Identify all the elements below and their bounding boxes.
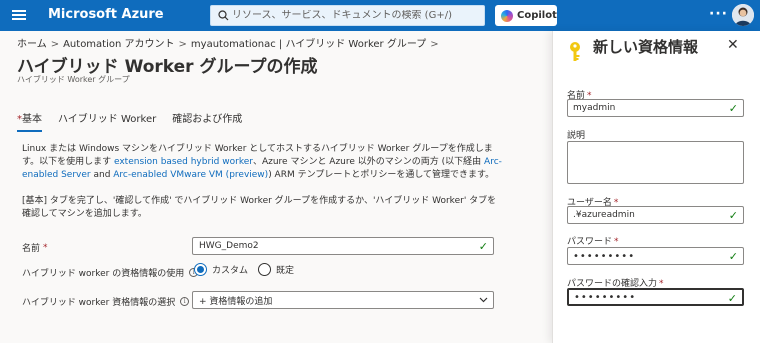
- valid-check-icon: ✓: [478, 240, 488, 253]
- tab-basics[interactable]: *基本: [17, 110, 42, 132]
- credentials-select-text: ハイブリッド worker 資格情報の選択: [22, 298, 176, 308]
- valid-check-icon: ✓: [728, 102, 738, 115]
- cred-name-input[interactable]: myadmin ✓: [567, 99, 744, 117]
- valid-check-icon: ✓: [728, 250, 738, 263]
- radio-custom[interactable]: [194, 263, 207, 276]
- more-icon[interactable]: ···: [709, 6, 728, 22]
- breadcrumb-account[interactable]: myautomationac | ハイブリッド Worker グループ: [191, 39, 426, 50]
- copilot-icon: [501, 9, 513, 22]
- description-part: ) ARM テンプレートとポリシーを通して管理できます。: [268, 170, 495, 180]
- cred-name-value: myadmin: [573, 103, 616, 113]
- tab-review-create[interactable]: 確認および作成: [172, 110, 242, 132]
- credentials-select-value: + 資格情報の追加: [199, 296, 273, 307]
- valid-check-icon: ✓: [728, 209, 738, 222]
- description-part: and: [90, 170, 114, 180]
- valid-check-icon: ✓: [727, 292, 737, 305]
- tab-bar: *基本 ハイブリッド Worker 確認および作成: [17, 110, 258, 132]
- breadcrumb-separator: >: [178, 39, 187, 50]
- chevron-down-icon: [479, 295, 488, 303]
- credentials-select-dropdown[interactable]: + 資格情報の追加: [192, 291, 494, 309]
- cred-description-label: 説明: [567, 131, 586, 141]
- required-marker: *: [43, 242, 48, 253]
- copilot-button[interactable]: Copilot: [495, 5, 557, 26]
- cred-username-value: .¥azureadmin: [573, 210, 635, 220]
- credentials-use-text: ハイブリッド worker の資格情報の使用: [22, 269, 185, 279]
- search-input[interactable]: [232, 10, 477, 21]
- cred-password-label-text: パスワード: [567, 237, 613, 247]
- cred-password-value: •••••••••: [573, 250, 636, 262]
- name-field-label: 名前 *: [22, 241, 48, 255]
- tab-label: 基本: [22, 114, 42, 125]
- global-search[interactable]: [210, 5, 485, 26]
- cred-password-input[interactable]: ••••••••• ✓: [567, 247, 744, 265]
- cred-confirm-value: •••••••••: [574, 291, 637, 303]
- breadcrumb-separator: >: [430, 39, 439, 50]
- breadcrumb-separator: >: [50, 39, 60, 50]
- avatar[interactable]: [732, 4, 754, 26]
- key-icon: [567, 41, 583, 67]
- name-label-text: 名前: [22, 244, 41, 254]
- description-text: Linux または Windows マシンをハイブリッド Worker としてホ…: [22, 143, 502, 182]
- breadcrumb-automation[interactable]: Automation アカウント: [63, 39, 174, 50]
- new-credential-panel: 新しい資格情報 ✕ 名前 * myadmin ✓ 説明 ユーザー名 * .¥azur…: [552, 31, 760, 343]
- menu-icon[interactable]: [12, 8, 26, 22]
- brand-title[interactable]: Microsoft Azure: [48, 7, 164, 22]
- breadcrumb-home[interactable]: ホーム: [17, 39, 47, 50]
- radio-custom-label[interactable]: カスタム: [212, 263, 248, 276]
- top-bar: Microsoft Azure Copilot ···: [0, 0, 760, 31]
- info-icon[interactable]: i: [180, 297, 190, 306]
- tab-label: ハイブリッド Worker: [58, 114, 157, 125]
- breadcrumb: ホーム > Automation アカウント > myautomationac | ハイ…: [17, 35, 443, 50]
- cred-password-label: パスワード *: [567, 234, 619, 247]
- radio-default[interactable]: [258, 263, 272, 276]
- credentials-use-label: ハイブリッド worker の資格情報の使用i: [22, 266, 199, 279]
- page-subtitle: ハイブリッド Worker グループ: [17, 75, 130, 84]
- name-input-value: HWG_Demo2: [199, 241, 259, 251]
- cred-description-textarea[interactable]: [567, 141, 744, 184]
- close-icon[interactable]: ✕: [727, 37, 739, 53]
- tab-label: 確認および作成: [172, 114, 243, 125]
- extension-hybrid-worker-link[interactable]: extension based hybrid worker: [114, 157, 253, 167]
- tab-hybrid-worker[interactable]: ハイブリッド Worker: [58, 110, 156, 132]
- radio-default-label[interactable]: 既定: [276, 263, 294, 276]
- panel-title: 新しい資格情報: [593, 38, 699, 56]
- arc-vmware-link[interactable]: Arc-enabled VMware VM (preview): [113, 170, 268, 180]
- description-part: 、Azure マシンと Azure 以外のマシンの両方 (以下経由: [252, 157, 485, 167]
- credentials-select-label: ハイブリッド worker 資格情報の選択 i: [22, 295, 190, 308]
- name-input[interactable]: HWG_Demo2 ✓: [192, 237, 494, 255]
- cred-confirm-input[interactable]: ••••••••• ✓: [567, 288, 744, 306]
- cred-username-input[interactable]: .¥azureadmin ✓: [567, 206, 744, 224]
- description-note: [基本] タブを完了し、'確認して作成' でハイブリッド Worker グループ…: [22, 196, 497, 219]
- credentials-radio-group: カスタム 既定: [194, 263, 304, 276]
- required-marker: *: [614, 237, 619, 247]
- copilot-label: Copilot: [517, 10, 557, 21]
- search-icon: [214, 10, 232, 21]
